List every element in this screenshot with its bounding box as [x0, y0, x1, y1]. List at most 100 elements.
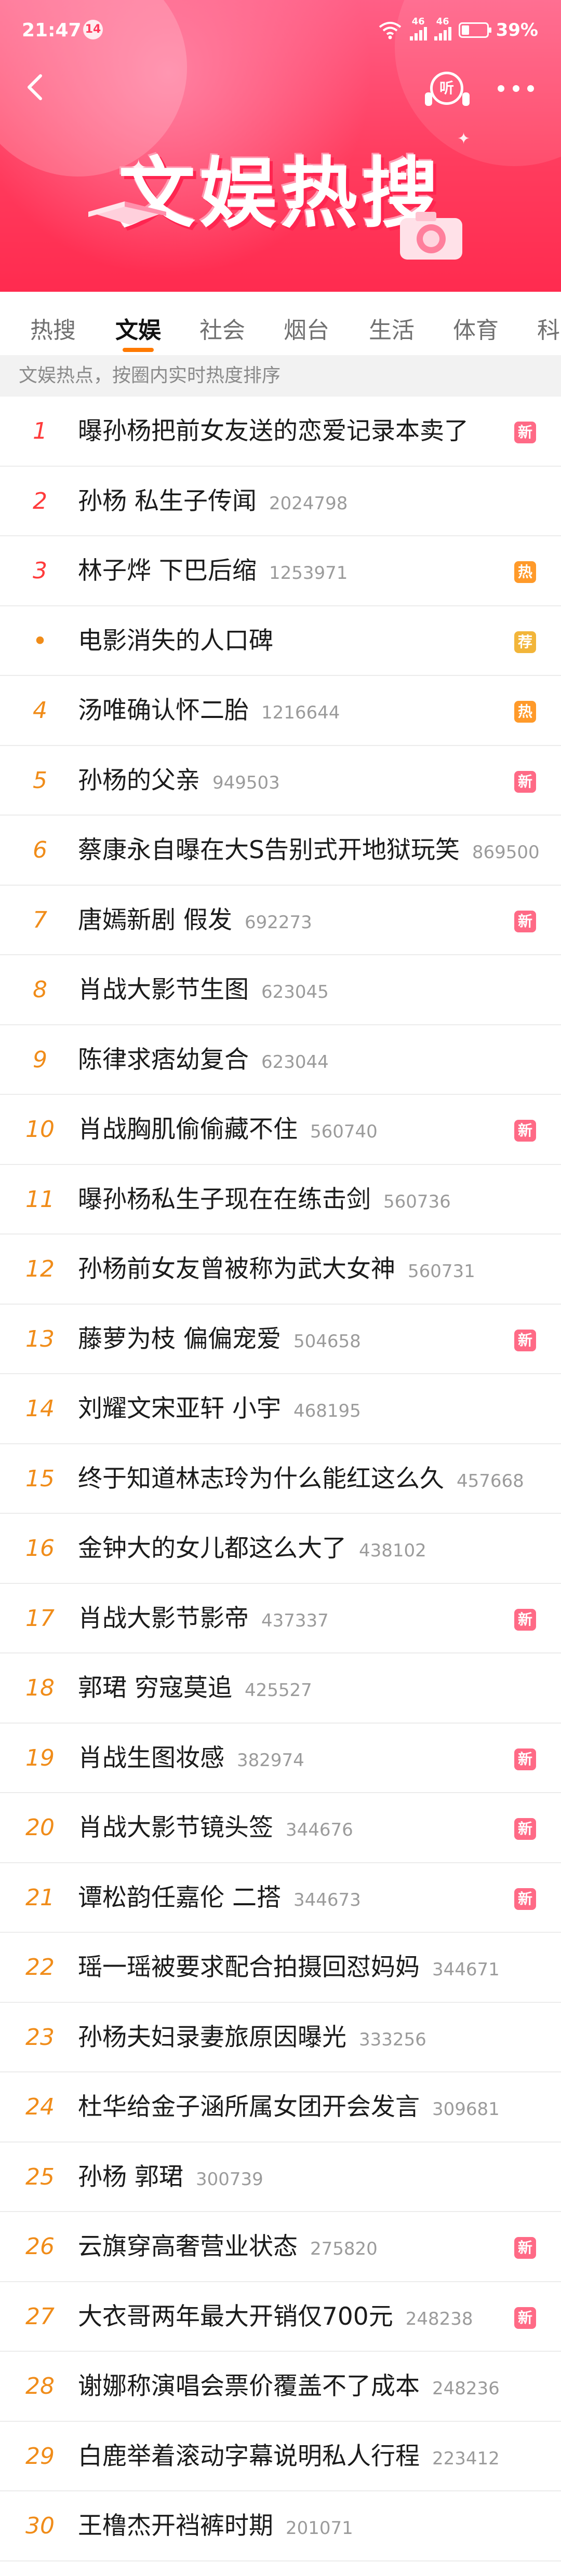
item-title: 谢娜称演唱会票价覆盖不了成本 248236 [78, 2352, 500, 2421]
list-item[interactable]: 21 谭松韵任嘉伦 二搭 344673 新 [0, 1863, 561, 1933]
heat-count: 382974 [237, 1750, 304, 1771]
item-title-text: 藤萝为枝 偏偏宠爱 [78, 1324, 281, 1353]
heat-count: 248236 [432, 2378, 500, 2399]
list-item[interactable]: 5 孙杨的父亲 949503 新 [0, 746, 561, 816]
rank-number: 19 [25, 1744, 55, 1771]
tab-yantai[interactable]: 烟台 [284, 311, 329, 345]
item-title-text: 金钟大的女儿都这么大了 [78, 1534, 346, 1563]
item-title-text: 林子烨 下巴后缩 [78, 557, 257, 585]
listen-button[interactable]: 听 [424, 69, 471, 110]
item-title: 孙杨 私生子传闻 2024798 [78, 467, 348, 536]
new-badge: 新 [514, 1120, 536, 1142]
heat-count: 560736 [383, 1191, 451, 1212]
rank-number: 26 [25, 2233, 55, 2260]
battery-percent: 39% [496, 19, 538, 40]
item-title-text: 孙杨 郭珺 [78, 2162, 183, 2191]
list-item[interactable]: 18 郭珺 穷寇莫追 425527 [0, 1653, 561, 1724]
wifi-icon [379, 21, 401, 39]
item-title-text: 肖战大影节镜头签 [78, 1813, 273, 1842]
heat-count: 344671 [432, 1959, 500, 1980]
heat-count: 201071 [286, 2518, 353, 2539]
tab-entertainment[interactable]: 文娱 [115, 311, 161, 345]
item-title-text: 肖战生图妆感 [78, 1743, 224, 1772]
list-item[interactable]: 7 唐嫣新剧 假发 692273 新 [0, 886, 561, 955]
list-item[interactable]: 6 蔡康永自曝在大S告别式开地狱玩笑 869500 [0, 816, 561, 886]
tab-sports[interactable]: 体育 [453, 311, 499, 345]
rank-number: 5 [33, 767, 47, 794]
list-item[interactable]: 15 终于知道林志玲为什么能红这么久 457668 [0, 1444, 561, 1514]
status-time: 21:47 [22, 20, 82, 41]
list-item[interactable]: 9 陈律求痞幼复合 623044 [0, 1025, 561, 1095]
list-item[interactable]: 2 孙杨 私生子传闻 2024798 [0, 467, 561, 536]
list-item[interactable]: 19 肖战生图妆感 382974 新 [0, 1724, 561, 1793]
heat-count: 692273 [244, 912, 312, 933]
tab-tech[interactable]: 科 [537, 311, 560, 345]
list-item[interactable]: • 电影消失的人口碑 荐 [0, 606, 561, 676]
more-button[interactable] [498, 78, 534, 99]
list-item[interactable]: 26 云旗穿高奢营业状态 275820 新 [0, 2212, 561, 2282]
rank-number: 22 [25, 1954, 55, 1981]
item-title: 白鹿举着滚动字幕说明私人行程 223412 [78, 2422, 500, 2491]
item-title: 孙杨夫妇录妻旅原因曝光 333256 [78, 2003, 426, 2072]
list-item[interactable]: 11 曝孙杨私生子现在在练击剑 560736 [0, 1165, 561, 1235]
rank-number: 29 [25, 2443, 55, 2470]
new-badge: 新 [514, 2237, 536, 2259]
list-item[interactable]: 27 大衣哥两年最大开销仅700元 248238 新 [0, 2282, 561, 2352]
rank-number: 27 [25, 2303, 55, 2330]
heat-count: 623045 [261, 982, 329, 1002]
rank-number: 7 [33, 906, 47, 933]
tab-hot[interactable]: 热搜 [30, 311, 76, 345]
list-item[interactable]: 24 杜华给金子涵所属女团开会发言 309681 [0, 2072, 561, 2143]
page: 21:47 14 46 46 39% 听 文娱热搜 ✦ ✦ 热搜 文娱 社会 烟… [0, 0, 561, 2576]
list-item[interactable]: 22 瑶一瑶被要求配合拍摄回怼妈妈 344671 [0, 1933, 561, 2003]
heat-count: 560740 [310, 1121, 378, 1142]
rank-number: 1 [33, 418, 47, 444]
rank-number: 16 [25, 1535, 55, 1562]
item-title: 杜华给金子涵所属女团开会发言 309681 [78, 2072, 500, 2142]
item-title-text: 孙杨前女友曾被称为武大女神 [78, 1255, 395, 1283]
rank-number: 23 [25, 2024, 55, 2051]
item-title: 蔡康永自曝在大S告别式开地狱玩笑 869500 [78, 816, 540, 885]
list-item[interactable]: 29 白鹿举着滚动字幕说明私人行程 223412 [0, 2422, 561, 2491]
list-item[interactable]: 23 孙杨夫妇录妻旅原因曝光 333256 [0, 2003, 561, 2072]
item-title: 谭松韵任嘉伦 二搭 344673 [78, 1863, 361, 1933]
more-dot-icon [498, 85, 504, 92]
item-title-text: 曝孙杨私生子现在在练击剑 [78, 1185, 371, 1214]
back-button[interactable] [20, 72, 51, 103]
list-item[interactable]: 25 孙杨 郭珺 300739 [0, 2143, 561, 2212]
rank-number: 14 [25, 1395, 55, 1422]
list-item[interactable]: 8 肖战大影节生图 623045 [0, 955, 561, 1025]
item-title-text: 云旗穿高奢营业状态 [78, 2232, 298, 2261]
list-item[interactable]: 4 汤唯确认怀二胎 1216644 热 [0, 676, 561, 746]
heat-count: 425527 [244, 1680, 312, 1701]
heat-count: 949503 [212, 772, 280, 793]
item-title: 林子烨 下巴后缩 1253971 [78, 536, 348, 606]
item-title-text: 终于知道林志玲为什么能红这么久 [78, 1464, 444, 1493]
list-item[interactable]: 10 肖战胸肌偷偷藏不住 560740 新 [0, 1095, 561, 1165]
rank-number: 9 [33, 1046, 47, 1073]
list-item[interactable]: 3 林子烨 下巴后缩 1253971 热 [0, 536, 561, 606]
tab-society[interactable]: 社会 [199, 311, 245, 345]
list-item[interactable]: 12 孙杨前女友曾被称为武大女神 560731 [0, 1235, 561, 1305]
item-title-text: 电影消失的人口碑 [78, 626, 273, 655]
rank-number: 28 [25, 2373, 55, 2399]
list-item[interactable]: 17 肖战大影节影帝 437337 新 [0, 1584, 561, 1653]
list-item[interactable]: 20 肖战大影节镜头签 344676 新 [0, 1793, 561, 1863]
rank-number: 12 [25, 1256, 55, 1282]
rank-number: • [32, 626, 48, 656]
more-dot-icon [512, 85, 519, 92]
list-item[interactable]: 14 刘耀文宋亚轩 小宇 468195 [0, 1374, 561, 1444]
list-item[interactable]: 1 曝孙杨把前女友送的恋爱记录本卖了 新 [0, 397, 561, 467]
list-item[interactable]: 13 藤萝为枝 偏偏宠爱 504658 新 [0, 1305, 561, 1374]
item-title-text: 陈律求痞幼复合 [78, 1045, 249, 1074]
list-item[interactable]: 28 谢娜称演唱会票价覆盖不了成本 248236 [0, 2352, 561, 2422]
hot-search-list: 1 曝孙杨把前女友送的恋爱记录本卖了新 2 孙杨 私生子传闻 2024798 3 林子烨 下… [0, 397, 561, 2561]
list-item[interactable]: 30 王橹杰开裆裤时期 201071 [0, 2491, 561, 2561]
item-title: 王橹杰开裆裤时期 201071 [78, 2491, 353, 2561]
list-item[interactable]: 16 金钟大的女儿都这么大了 438102 [0, 1514, 561, 1584]
tab-life[interactable]: 生活 [369, 311, 415, 345]
item-title: 孙杨 郭珺 300739 [78, 2143, 263, 2212]
sparkle-icon: ✦ [130, 156, 148, 180]
active-tab-indicator [123, 348, 154, 352]
rank-number: 13 [25, 1325, 55, 1352]
